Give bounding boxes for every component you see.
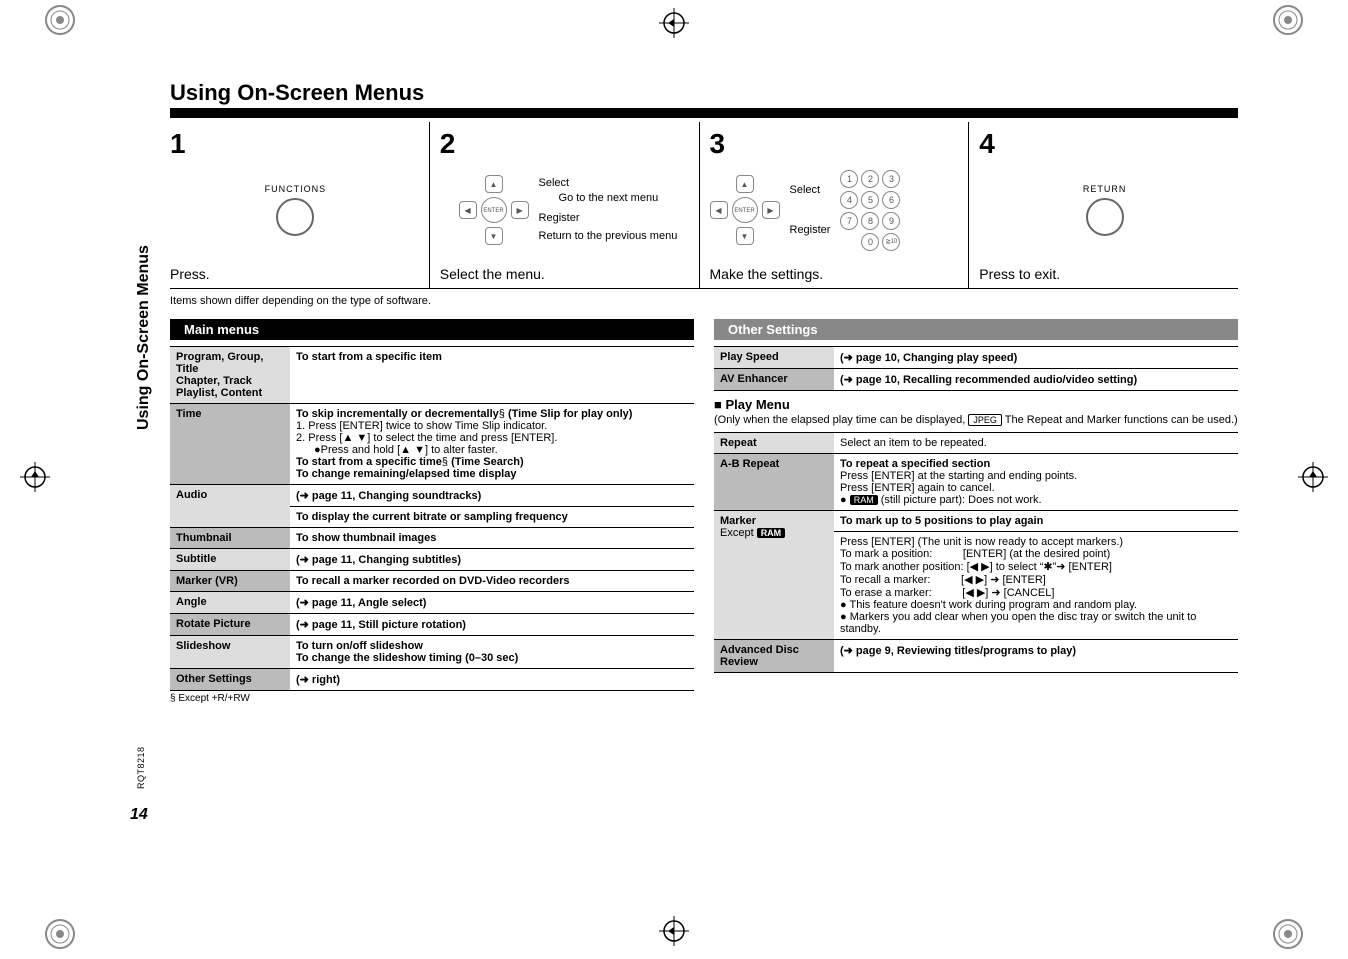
row-sub-label: Subtitle (170, 549, 290, 571)
step-1-num: 1 (170, 128, 421, 160)
row-thumb-label: Thumbnail (170, 528, 290, 549)
page-content: Using On-Screen Menus 1 FUNCTIONS Press.… (170, 80, 1238, 704)
row-slide-desc: To turn on/off slideshowTo change the sl… (290, 636, 694, 669)
other-settings-header: Other Settings (714, 319, 1238, 340)
crop-mark-bottom (654, 916, 694, 946)
two-columns: Main menus Program, Group, Title Chapter… (170, 319, 1238, 704)
ram-chip-2: RAM (757, 528, 786, 538)
doc-code: RQT8218 (136, 746, 146, 789)
steps-row: 1 FUNCTIONS Press. 2 ▲▼◀▶ ENTER (170, 122, 1238, 288)
row-ab-label: A-B Repeat (714, 454, 834, 511)
step-3-caption: Make the settings. (710, 266, 961, 282)
items-note: Items shown differ depending on the type… (170, 295, 1238, 307)
row-sub-desc: (➜ page 11, Changing subtitles) (290, 549, 694, 571)
row-markervr-label: Marker (VR) (170, 571, 290, 592)
step-2-register: Register (539, 211, 678, 225)
crop-corner-tl (40, 0, 80, 40)
row-repeat-label: Repeat (714, 433, 834, 454)
return-button-icon (1086, 198, 1124, 236)
row-program-label: Program, Group, Title Chapter, Track Pla… (170, 347, 290, 404)
main-menus-table: Program, Group, Title Chapter, Track Pla… (170, 346, 694, 691)
row-audio-label: Audio (170, 485, 290, 528)
row-ab-desc: To repeat a specified section Press [ENT… (834, 454, 1238, 511)
ram-chip: RAM (850, 495, 878, 505)
row-audio-desc2: To display the current bitrate or sampli… (290, 507, 694, 528)
row-angle-label: Angle (170, 592, 290, 614)
play-menu-table: Repeat Select an item to be repeated. A-… (714, 432, 1238, 673)
page-number: 14 (130, 806, 148, 824)
row-time-label: Time (170, 404, 290, 485)
step-2-return: Return to the previous menu (539, 229, 678, 243)
row-angle-desc: (➜ page 11, Angle select) (290, 592, 694, 614)
crop-corner-br (1268, 914, 1308, 954)
step-1-caption: Press. (170, 266, 421, 282)
row-playspeed-desc: (➜ page 10, Changing play speed) (834, 347, 1238, 369)
row-thumb-desc: To show thumbnail images (290, 528, 694, 549)
row-playspeed-label: Play Speed (714, 347, 834, 369)
crop-corner-bl (40, 914, 80, 954)
step-1: 1 FUNCTIONS Press. (170, 122, 429, 288)
row-slide-label: Slideshow (170, 636, 290, 669)
enter-button-icon: ENTER (481, 197, 507, 223)
crop-corner-tr (1268, 0, 1308, 40)
jpeg-chip: JPEG (968, 414, 1002, 426)
dpad-icon-2: ▲▼◀▶ ENTER (710, 175, 780, 245)
crop-mark-right (1298, 457, 1328, 497)
row-markervr-desc: To recall a marker recorded on DVD-Video… (290, 571, 694, 592)
step-4-caption: Press to exit. (979, 266, 1230, 282)
numpad-icon: 123 456 789 0≧10 (840, 170, 900, 251)
row-audio-desc1: (➜ page 11, Changing soundtracks) (290, 485, 694, 507)
functions-label: FUNCTIONS (265, 184, 327, 194)
return-label: RETURN (1083, 184, 1127, 194)
step-2-goto: Go to the next menu (559, 191, 678, 205)
play-menu-note: (Only when the elapsed play time can be … (714, 414, 1238, 426)
other-settings-table: Play Speed (➜ page 10, Changing play spe… (714, 346, 1238, 391)
page-title: Using On-Screen Menus (170, 80, 1238, 106)
step-3-num: 3 (710, 128, 961, 160)
right-column: Other Settings Play Speed (➜ page 10, Ch… (714, 319, 1238, 704)
main-menus-header: Main menus (170, 319, 694, 340)
step-3-register: Register (790, 224, 831, 236)
row-repeat-desc: Select an item to be repeated. (834, 433, 1238, 454)
row-marker-desc: Press [ENTER] (The unit is now ready to … (834, 532, 1238, 640)
row-rotate-label: Rotate Picture (170, 614, 290, 636)
row-avenh-desc: (➜ page 10, Recalling recommended audio/… (834, 369, 1238, 391)
step-3: 3 ▲▼◀▶ ENTER Select Register 123 456 789… (699, 122, 969, 288)
crop-mark-top (654, 8, 694, 38)
row-other-label: Other Settings (170, 669, 290, 691)
row-other-desc: (➜ right) (290, 669, 694, 691)
step-2: 2 ▲▼◀▶ ENTER Select Go to the next menu … (429, 122, 699, 288)
title-rule (170, 108, 1238, 118)
row-adv-label: Advanced Disc Review (714, 640, 834, 673)
row-marker-label: Marker Except RAM (714, 511, 834, 640)
step-2-num: 2 (440, 128, 691, 160)
crop-mark-left (20, 457, 50, 497)
step-2-select: Select (539, 176, 678, 190)
row-rotate-desc: (➜ page 11, Still picture rotation) (290, 614, 694, 636)
play-menu-header: ■ Play Menu (714, 397, 1238, 412)
row-marker-head: To mark up to 5 positions to play again (834, 511, 1238, 532)
dpad-icon: ▲▼◀▶ ENTER (459, 175, 529, 245)
row-program-desc: To start from a specific item (290, 347, 694, 404)
step-3-select: Select (790, 184, 831, 196)
row-adv-desc: (➜ page 9, Reviewing titles/programs to … (834, 640, 1238, 673)
row-time-desc: To skip incrementally or decrementally§ … (290, 404, 694, 485)
left-column: Main menus Program, Group, Title Chapter… (170, 319, 694, 704)
step-4-num: 4 (979, 128, 1230, 160)
row-avenh-label: AV Enhancer (714, 369, 834, 391)
steps-bottom-rule (170, 288, 1238, 289)
step-4: 4 RETURN Press to exit. (968, 122, 1238, 288)
side-section-label: Using On-Screen Menus (135, 245, 153, 430)
footnote-left: § Except +R/+RW (170, 693, 694, 704)
step-2-caption: Select the menu. (440, 266, 691, 282)
functions-button-icon (276, 198, 314, 236)
enter-button-icon-2: ENTER (732, 197, 758, 223)
